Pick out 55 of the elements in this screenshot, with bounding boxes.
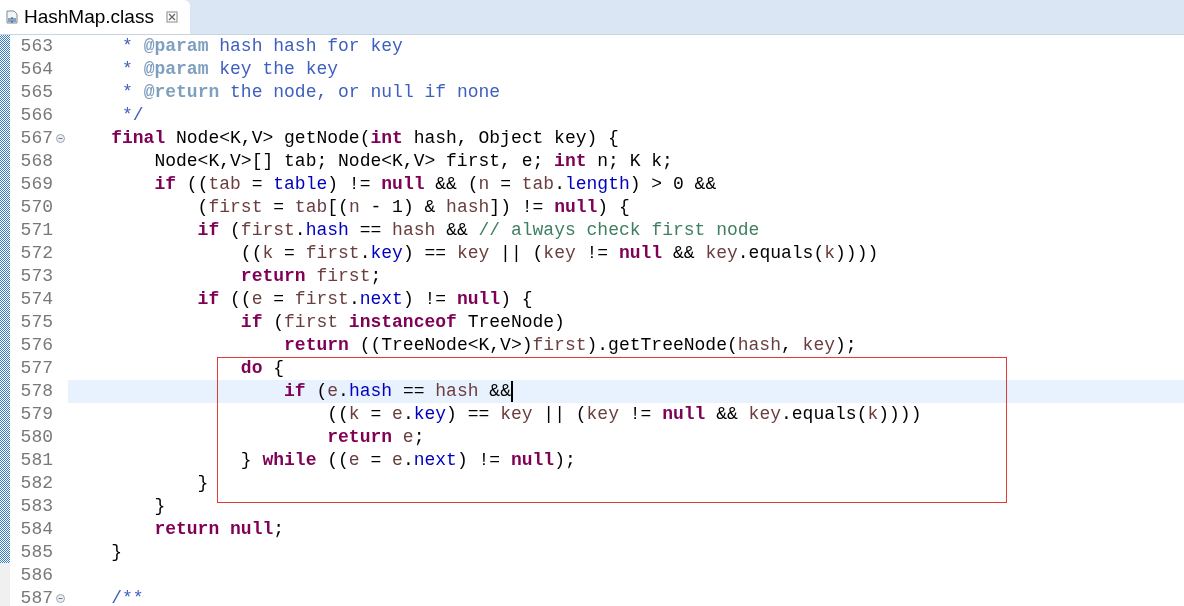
line-number: 578 <box>19 380 53 403</box>
class-file-icon <box>4 9 20 25</box>
line-number: 565 <box>19 81 53 104</box>
text-cursor <box>510 381 513 402</box>
line-number: 576 <box>19 334 53 357</box>
code-line: if ((tab = table) != null && (n = tab.length) > 0 && <box>153 173 717 196</box>
code-line: if ((e = first.next) != null) { <box>196 288 533 311</box>
code-line: * @param key the key <box>121 58 339 81</box>
code-line: ((k = first.key) == key || (key != null && key.equals(k)))) <box>239 242 879 265</box>
code-line: /** <box>110 587 144 606</box>
line-number: 566 <box>19 104 53 127</box>
code-line: return null; <box>153 518 285 541</box>
line-number: 574 <box>19 288 53 311</box>
line-number: 573 <box>19 265 53 288</box>
line-number: 568 <box>19 150 53 173</box>
line-number: 586 <box>19 564 53 587</box>
code-line: if (e.hash == hash && <box>283 380 511 403</box>
code-line: } while ((e = e.next) != null); <box>239 449 576 472</box>
line-number: 569 <box>19 173 53 196</box>
code-line: return ((TreeNode<K,V>)first).getTreeNode(hash, key); <box>283 334 857 357</box>
line-number: 572 <box>19 242 53 265</box>
close-icon[interactable] <box>165 11 178 23</box>
line-number: 563 <box>19 35 53 58</box>
code-line: return first; <box>239 265 382 288</box>
line-number: 584 <box>19 518 53 541</box>
code-line: } <box>153 495 166 518</box>
code-line: do { <box>239 357 285 380</box>
line-number: 580 <box>19 426 53 449</box>
code-line: * @param hash hash for key <box>121 35 403 58</box>
code-line: if (first.hash == hash && // always check first node <box>196 219 760 242</box>
code-line: * @return the node, or null if none <box>121 81 501 104</box>
code-line: } <box>196 472 209 495</box>
line-number: 581 <box>19 449 53 472</box>
code-line: (first = tab[(n - 1) & hash]) != null) { <box>196 196 630 219</box>
collapse-icon[interactable] <box>56 594 65 603</box>
line-number: 585 <box>19 541 53 564</box>
code-line: } <box>110 541 122 564</box>
line-number: 577 <box>19 357 53 380</box>
code-line: ((k = e.key) == key || (key != null && key.equals(k)))) <box>326 403 922 426</box>
line-number: 570 <box>19 196 53 219</box>
line-number: 579 <box>19 403 53 426</box>
line-number: 587 <box>19 587 53 606</box>
line-number: 582 <box>19 472 53 495</box>
code-line: if (first instanceof TreeNode) <box>239 311 565 334</box>
code-line: final Node<K,V> getNode(int hash, Object key) { <box>110 127 619 150</box>
line-number: 583 <box>19 495 53 518</box>
code-line: return e; <box>326 426 425 449</box>
collapse-icon[interactable] <box>56 134 65 143</box>
code-line: Node<K,V>[] tab; Node<K,V> first, e; int n; K k; <box>153 150 673 173</box>
line-number: 575 <box>19 311 53 334</box>
line-number: 571 <box>19 219 53 242</box>
line-number: 567 <box>19 127 53 150</box>
code-line: */ <box>121 104 144 127</box>
editor-tab[interactable]: HashMap.class <box>0 0 190 34</box>
line-number: 564 <box>19 58 53 81</box>
